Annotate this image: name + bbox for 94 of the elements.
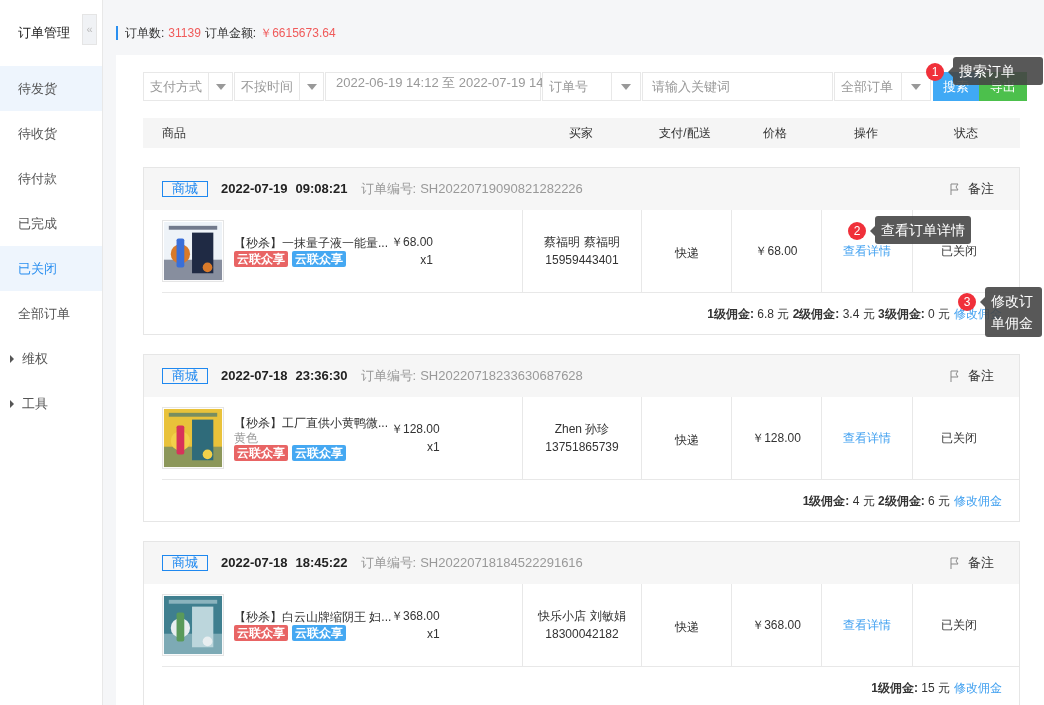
buyer-phone: 18300042182 bbox=[545, 626, 619, 643]
view-details-link[interactable]: 查看详情 bbox=[843, 616, 891, 634]
product-title[interactable]: 【秒杀】白云山牌缩阴王 妇... bbox=[234, 609, 392, 625]
order-date: 2022-07-18 bbox=[221, 367, 288, 386]
caret-icon bbox=[911, 83, 921, 90]
tag: 云联众享 bbox=[234, 251, 288, 267]
commission-text: 1级佣金: 15 元 bbox=[871, 679, 950, 697]
order-date: 2022-07-19 bbox=[221, 180, 288, 199]
order-price: ￥128.00 bbox=[752, 430, 801, 447]
caret-icon bbox=[9, 399, 15, 408]
buyer-name: Zhen 孙珍 bbox=[554, 421, 610, 438]
order-date: 2022-07-18 bbox=[221, 554, 288, 573]
sidebar-group[interactable]: 维权 bbox=[0, 336, 102, 381]
order-status: 已关闭 bbox=[941, 430, 977, 447]
select-field[interactable]: 全部订单 bbox=[834, 72, 931, 101]
product-quantity: x1 bbox=[427, 626, 440, 643]
summary-label: 订单数: bbox=[125, 24, 165, 42]
flag-icon[interactable] bbox=[950, 183, 960, 195]
order-number-label: 订单编号: bbox=[360, 180, 417, 199]
column-header: 买家 bbox=[568, 125, 593, 142]
product-variant: 黄色 bbox=[234, 431, 258, 445]
buyer-phone: 15959443401 bbox=[545, 252, 619, 269]
keyword-input[interactable]: 请输入关键词 bbox=[642, 72, 833, 101]
order-price: ￥68.00 bbox=[755, 243, 798, 260]
remark-link[interactable]: 备注 bbox=[968, 179, 994, 199]
tag: 云联众享 bbox=[234, 445, 288, 461]
edit-commission-link[interactable]: 修改佣金 bbox=[954, 491, 1002, 510]
order-number: SH20220719090821282226 bbox=[420, 180, 583, 199]
sidebar-item[interactable]: 已关闭 bbox=[0, 246, 102, 291]
caret-icon bbox=[621, 83, 631, 90]
column-header: 商品 bbox=[162, 125, 186, 142]
shipping-method: 快递 bbox=[674, 432, 699, 449]
remark-link[interactable]: 备注 bbox=[968, 366, 994, 386]
commission-text: 1级佣金: 6.8 元 2级佣金: 3.4 元 3级佣金: 0 元 bbox=[707, 305, 950, 323]
select-field[interactable]: 订单号 bbox=[542, 72, 641, 101]
select-field[interactable]: 支付方式 bbox=[143, 72, 233, 101]
flag-icon[interactable] bbox=[950, 557, 960, 569]
caret-icon bbox=[306, 83, 317, 90]
view-details-link[interactable]: 查看详情 bbox=[843, 429, 891, 447]
order-number-label: 订单编号: bbox=[360, 367, 417, 386]
order-price: ￥368.00 bbox=[752, 617, 801, 634]
order-status: 已关闭 bbox=[941, 617, 977, 634]
caret-icon bbox=[9, 354, 15, 363]
collapse-button[interactable]: « bbox=[82, 14, 97, 45]
sidebar-item[interactable]: 待付款 bbox=[0, 156, 102, 201]
sidebar-item[interactable]: 已完成 bbox=[0, 201, 102, 246]
order-time: 23:36:30 bbox=[295, 367, 348, 386]
order-time: 09:08:21 bbox=[295, 180, 348, 199]
sidebar-item[interactable]: 待发货 bbox=[0, 66, 102, 111]
order-number: SH20220718233630687628 bbox=[420, 367, 583, 386]
column-header: 支付/配送 bbox=[659, 125, 711, 142]
edit-commission-link[interactable]: 修改佣金 bbox=[954, 678, 1002, 697]
shipping-method: 快递 bbox=[674, 619, 699, 636]
product-price: ￥128.00 bbox=[391, 421, 440, 438]
remark-link[interactable]: 备注 bbox=[968, 553, 994, 573]
source-badge: 商城 bbox=[162, 555, 208, 571]
source-badge: 商城 bbox=[162, 368, 208, 384]
buyer-name: 快乐小店 刘敏娟 bbox=[538, 608, 626, 625]
column-header: 价格 bbox=[763, 125, 787, 142]
sidebar-title: 订单管理 bbox=[18, 24, 70, 43]
view-details-link[interactable]: 查看详情 bbox=[843, 242, 891, 260]
order-number: SH20220718184522291616 bbox=[420, 554, 583, 573]
column-header: 操作 bbox=[853, 125, 878, 142]
tag: 云联众享 bbox=[292, 445, 346, 461]
column-header: 状态 bbox=[953, 125, 978, 142]
tag: 云联众享 bbox=[292, 251, 346, 267]
tooltip: 查看订单详情 bbox=[875, 216, 971, 244]
tag: 云联众享 bbox=[234, 625, 288, 641]
tag: 云联众享 bbox=[292, 625, 346, 641]
sidebar-item[interactable]: 待收货 bbox=[0, 111, 102, 156]
order-number-label: 订单编号: bbox=[360, 554, 417, 573]
product-quantity: x1 bbox=[427, 439, 440, 456]
summary-value: ￥6615673.64 bbox=[260, 24, 336, 42]
product-price: ￥68.00 bbox=[391, 234, 434, 251]
date-range-field[interactable]: 2022-06-19 14:12 至 2022-07-19 14 bbox=[325, 72, 541, 101]
shipping-method: 快递 bbox=[674, 245, 699, 262]
buyer-phone: 13751865739 bbox=[545, 439, 619, 456]
flag-icon[interactable] bbox=[950, 370, 960, 382]
sidebar-group[interactable]: 工具 bbox=[0, 381, 102, 426]
order-time: 18:45:22 bbox=[295, 554, 348, 573]
product-title[interactable]: 【秒杀】一抹量子液一能量... bbox=[234, 235, 388, 251]
commission-text: 1级佣金: 4 元 2级佣金: 6 元 bbox=[802, 492, 950, 510]
order-status: 已关闭 bbox=[941, 243, 977, 260]
select-field[interactable]: 不按时间 bbox=[234, 72, 324, 101]
caret-icon bbox=[215, 83, 226, 90]
summary-value: 31139 bbox=[168, 24, 201, 42]
tooltip: 搜索订单 bbox=[953, 57, 1043, 85]
summary-label: 订单金额: bbox=[204, 24, 257, 42]
product-title[interactable]: 【秒杀】工厂直供小黄鸭微... bbox=[234, 415, 388, 431]
product-price: ￥368.00 bbox=[391, 608, 440, 625]
sidebar-item[interactable]: 全部订单 bbox=[0, 291, 102, 336]
product-quantity: x1 bbox=[420, 252, 434, 269]
source-badge: 商城 bbox=[162, 181, 208, 197]
buyer-name: 蔡福明 蔡福明 bbox=[544, 234, 620, 251]
